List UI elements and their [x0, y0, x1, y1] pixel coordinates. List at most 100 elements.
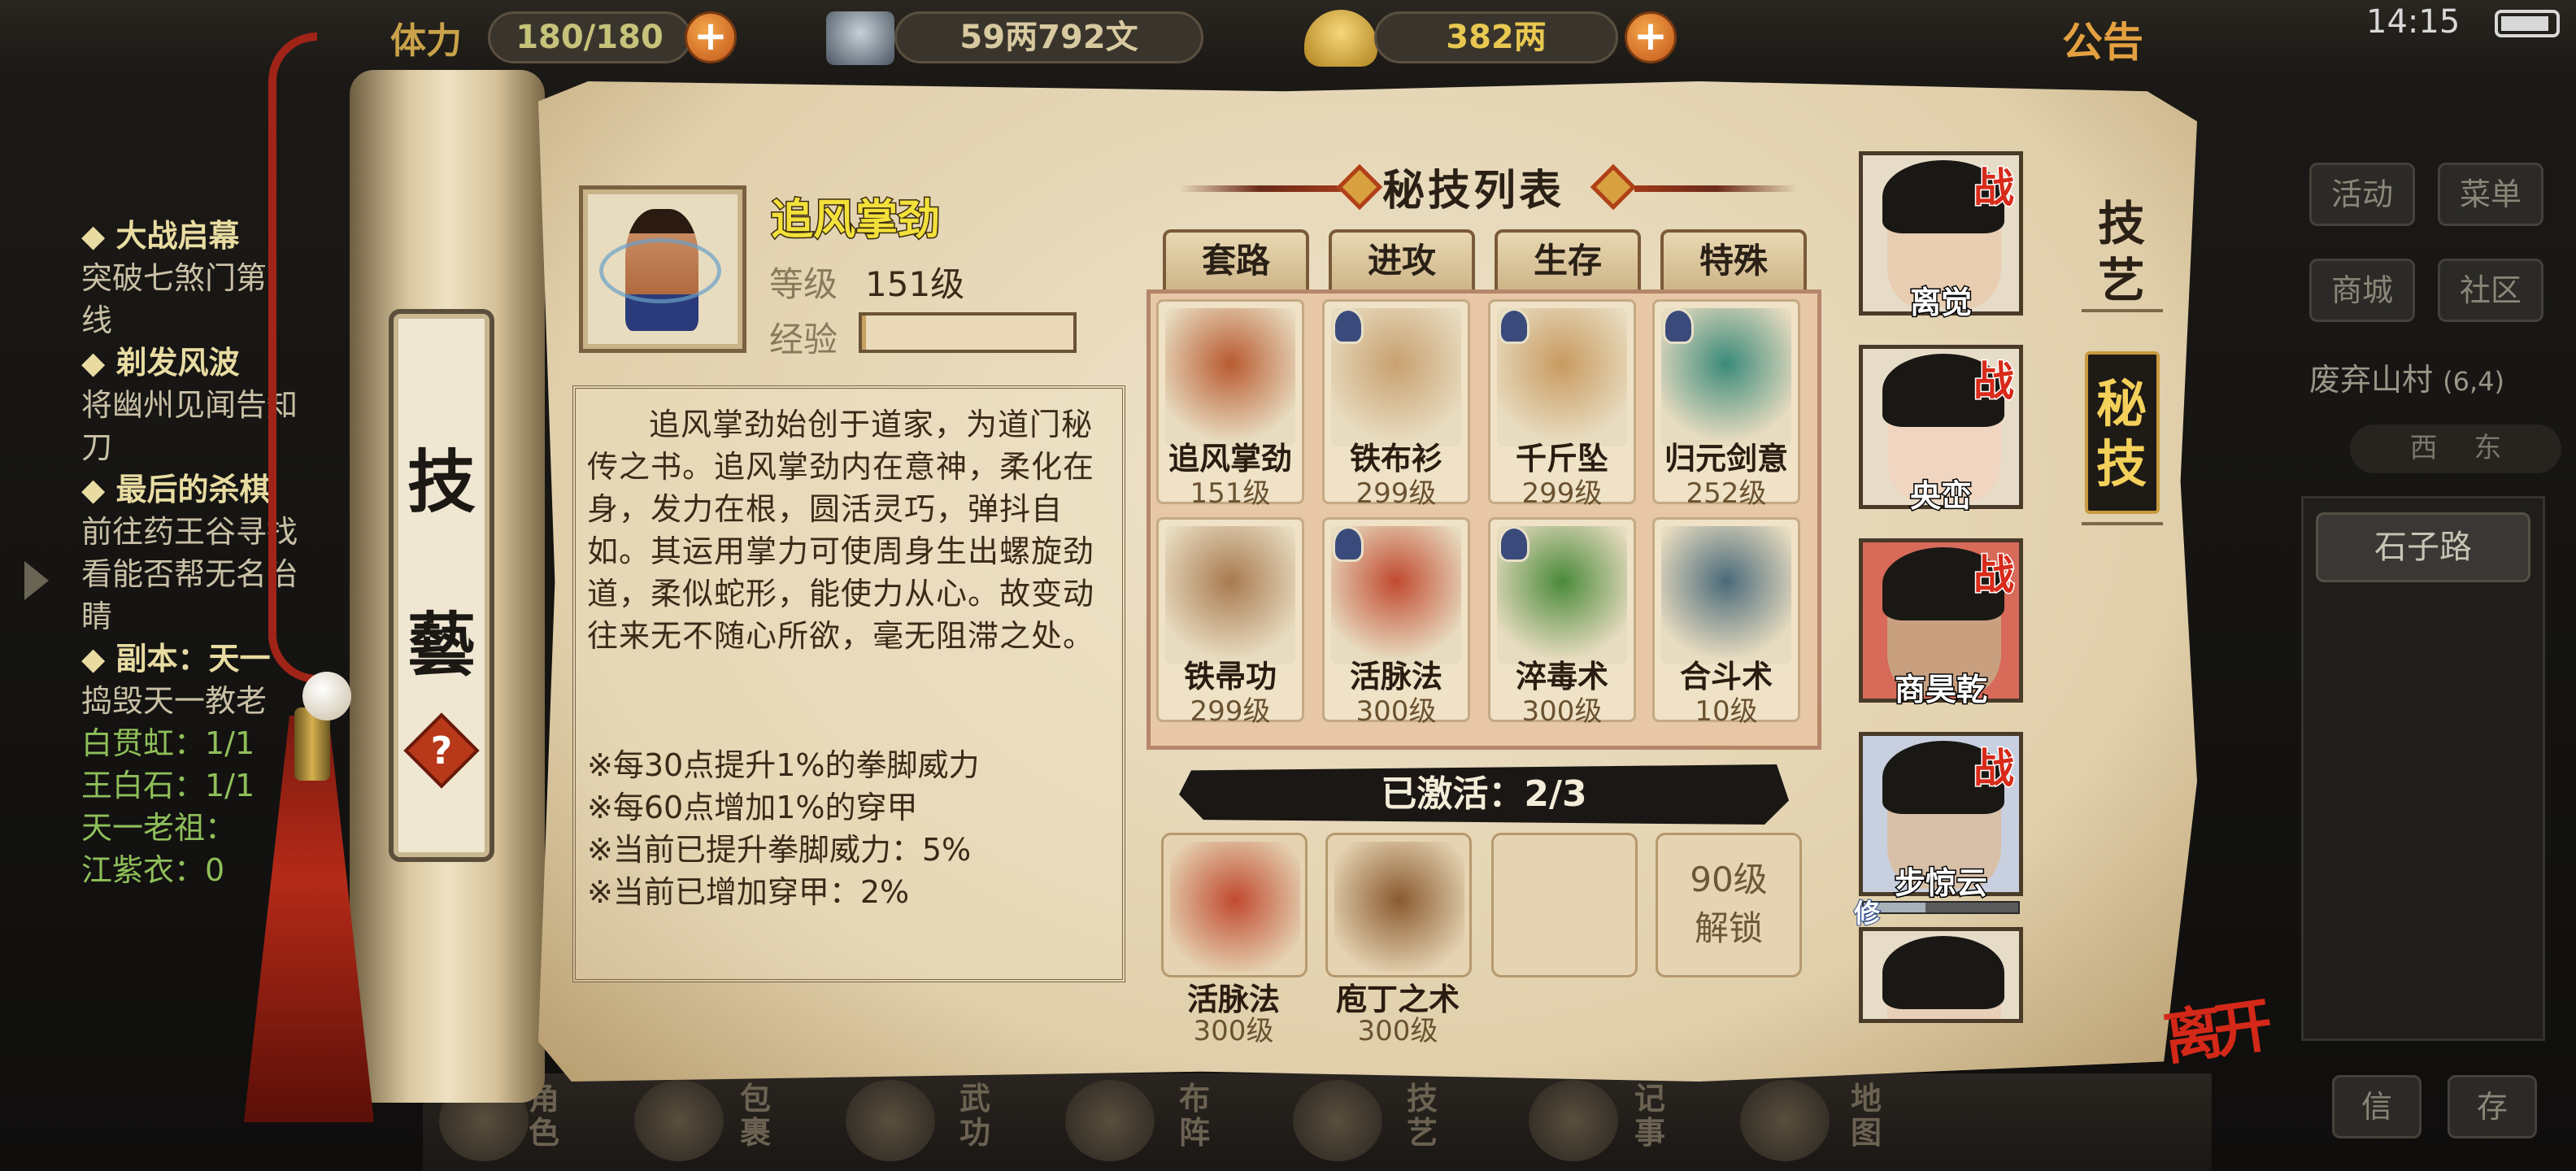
disciple-badge-icon	[1499, 308, 1530, 344]
skill-art-icon[interactable]	[1293, 1080, 1382, 1161]
quest-title: ◆ 剃发风波	[81, 345, 240, 381]
skill-portrait	[579, 185, 746, 353]
nav-skill-art[interactable]: 技艺	[1407, 1082, 1447, 1150]
silver-icon	[826, 11, 894, 65]
nav-map[interactable]: 地图	[1851, 1082, 1891, 1150]
add-stamina-button[interactable]: +	[685, 11, 737, 63]
stone-path-button[interactable]: 石子路	[2316, 512, 2530, 582]
skill-card[interactable]: 千斤坠 299级	[1488, 299, 1636, 510]
question-icon: ?	[430, 729, 453, 773]
save-button[interactable]: 存	[2448, 1075, 2537, 1138]
skill-card-level: 299级	[1190, 695, 1271, 728]
character-portrait[interactable]: 商昊乾 战	[1859, 538, 2023, 709]
battle-badge: 战	[1973, 163, 2016, 213]
exp-label: 经验	[769, 320, 838, 359]
scroll-title-char: 藝	[407, 604, 476, 685]
journal-icon[interactable]	[1529, 1080, 1618, 1161]
martial-icon[interactable]	[846, 1080, 935, 1161]
top-resource-bar: 体力 180/180 + 59两792文 382两 + 公告 14:15	[0, 0, 2576, 78]
skill-note: ※当前已增加穿甲：2%	[587, 874, 910, 910]
divider	[2082, 309, 2163, 312]
character-name: 步惊云	[1893, 864, 1988, 903]
quest-desc: 前往药王谷寻找	[81, 514, 298, 550]
disciple-badge-icon	[1333, 526, 1364, 562]
empty-slot[interactable]	[1491, 833, 1638, 977]
activity-button[interactable]: 活动	[2309, 163, 2415, 226]
disciple-badge-icon	[1663, 308, 1694, 344]
nav-journal[interactable]: 记事	[1634, 1082, 1675, 1150]
nav-bag[interactable]: 包裹	[740, 1082, 781, 1150]
compass-bar: 西 东	[2350, 424, 2561, 473]
nav-martial[interactable]: 武功	[959, 1082, 1000, 1150]
skill-card[interactable]: 合斗术 10级	[1652, 517, 1800, 728]
character-portrait[interactable]: 央峦 战	[1859, 345, 2023, 516]
quest-desc: 刀	[81, 429, 113, 465]
skill-card-level: 10级	[1695, 695, 1758, 728]
gold-icon	[1304, 10, 1377, 67]
skill-note: ※当前已提升拳脚威力：5%	[587, 832, 972, 868]
character-name: 商昊乾	[1893, 671, 1988, 709]
skill-card[interactable]: 铁帚功 299级	[1156, 517, 1304, 728]
skill-card[interactable]: 归元剑意 252级	[1652, 299, 1800, 510]
character-hp-bar	[1862, 901, 2020, 914]
skill-card[interactable]: 追风掌劲 151级	[1156, 299, 1304, 510]
status-clock: 14:15	[2366, 3, 2461, 41]
battle-badge: 战	[1973, 744, 2016, 794]
skill-card[interactable]: 铁布衫 299级	[1322, 299, 1470, 510]
skill-card-level: 299级	[1355, 477, 1437, 510]
leave-button[interactable]: 离开	[2157, 977, 2269, 1076]
tab-special[interactable]: 特殊	[1660, 229, 1807, 289]
menu-button[interactable]: 菜单	[2438, 163, 2543, 226]
tab-skill-art[interactable]: 技艺	[2086, 195, 2156, 309]
add-gold-button[interactable]: +	[1625, 11, 1677, 63]
skill-card[interactable]: 淬毒术 300级	[1488, 517, 1636, 728]
shop-button[interactable]: 商城	[2309, 259, 2415, 322]
quest-desc: 将幽州见闻告知	[81, 387, 298, 423]
formation-icon[interactable]	[1065, 1080, 1155, 1161]
community-button[interactable]: 社区	[2438, 259, 2543, 322]
skill-card[interactable]: 活脉法 300级	[1322, 517, 1470, 728]
location-label: 废弃山村 (6,4)	[2309, 362, 2504, 398]
character-portrait[interactable]	[1859, 927, 2023, 1023]
character-name: 离觉	[1908, 284, 1973, 322]
unlock-requirement: 90级 解锁	[1690, 860, 1768, 948]
skill-note: ※每30点提升1%的拳脚威力	[587, 747, 980, 783]
character-hair	[1882, 936, 2004, 1009]
skill-name: 追风掌劲	[769, 195, 941, 246]
quest-desc: 看能否帮无名治	[81, 556, 298, 592]
header-ornament-left	[1179, 185, 1342, 192]
scroll-cord	[268, 33, 317, 683]
battle-badge: 战	[1973, 551, 2016, 600]
skill-art-icon	[1334, 842, 1464, 972]
equipped-slot[interactable]	[1325, 833, 1472, 977]
battery-icon	[2495, 10, 2560, 37]
exp-bar-fill	[862, 316, 867, 350]
equipped-slot[interactable]	[1161, 833, 1308, 977]
tab-survival[interactable]: 生存	[1495, 229, 1641, 289]
mail-button[interactable]: 信	[2332, 1075, 2422, 1138]
jade-bead	[302, 672, 351, 720]
bag-icon[interactable]	[634, 1080, 724, 1161]
expand-arrow-icon[interactable]	[24, 561, 49, 600]
skill-card-level: 300级	[1355, 695, 1437, 728]
announcement-button[interactable]: 公告	[2062, 10, 2143, 68]
level-label: 等级	[769, 264, 838, 304]
exp-bar	[859, 312, 1077, 353]
quest-desc: 线	[81, 303, 113, 338]
character-portrait[interactable]: 离觉 战	[1859, 151, 2023, 322]
tab-routine[interactable]: 套路	[1163, 229, 1309, 289]
skill-art-icon	[1170, 842, 1300, 972]
map-icon[interactable]	[1740, 1080, 1830, 1161]
character-portrait[interactable]: 步惊云 战	[1859, 732, 2023, 903]
divider	[2082, 522, 2163, 525]
skill-card-level: 299级	[1521, 477, 1603, 510]
quest-desc: 突破七煞门第	[81, 260, 268, 296]
nav-formation[interactable]: 布阵	[1179, 1082, 1220, 1150]
tab-attack[interactable]: 进攻	[1329, 229, 1475, 289]
wind-swirl-icon	[599, 238, 721, 303]
quest-title: ◆ 最后的杀棋	[81, 472, 271, 507]
disciple-badge-icon	[1333, 308, 1364, 344]
tab-secret-skill[interactable]: 秘技	[2086, 374, 2156, 494]
silver-value: 59两792文	[894, 11, 1203, 63]
level-value: 151级	[865, 264, 965, 304]
